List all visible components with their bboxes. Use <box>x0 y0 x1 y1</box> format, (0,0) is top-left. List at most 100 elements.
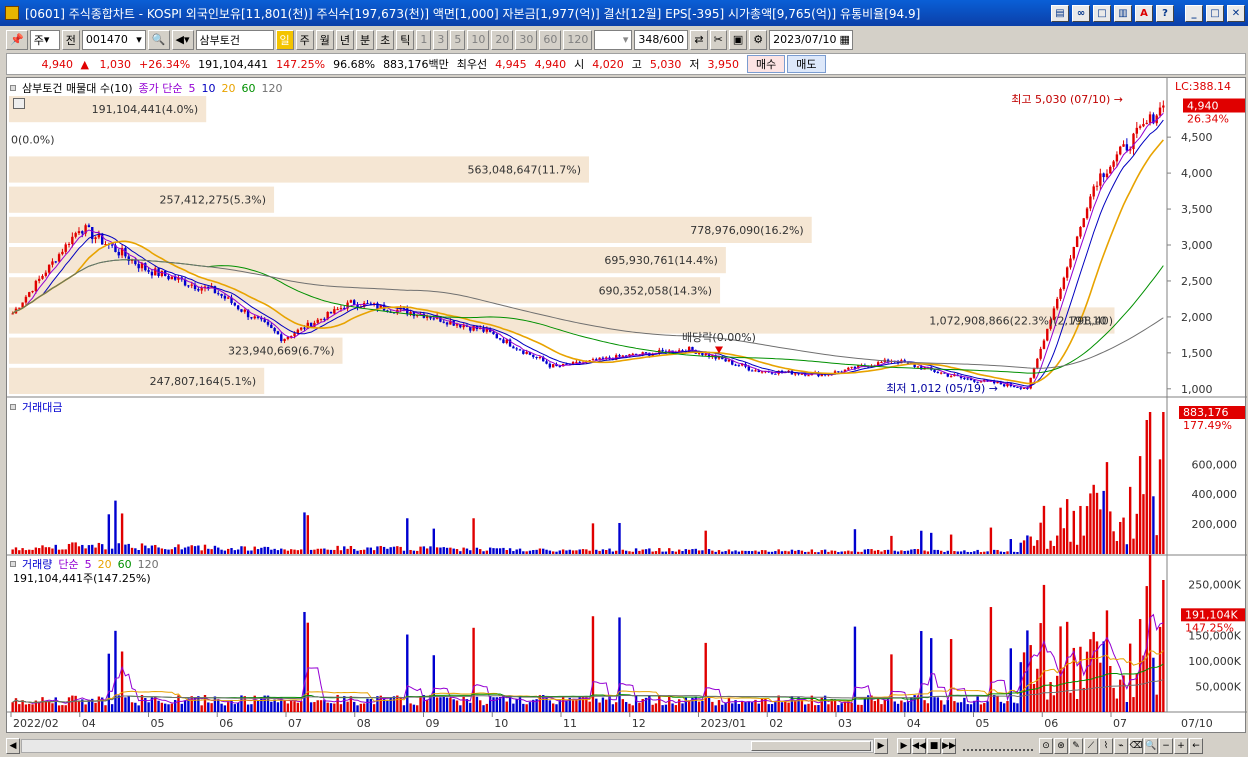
panel-toggle-icon[interactable] <box>10 85 16 91</box>
chart-area[interactable]: 191,104,441(4.0%) 0(0.0%) 563,048,647(11.7… <box>6 77 1247 734</box>
drag-tool-icon[interactable]: ⇄ <box>690 29 708 50</box>
amount-bar <box>979 552 983 554</box>
print-icon[interactable]: ▥ <box>1114 4 1132 22</box>
link-icon[interactable]: ∞ <box>1072 4 1090 22</box>
play-icon[interactable]: ▶ <box>897 737 911 754</box>
close-icon[interactable]: ✕ <box>1227 4 1245 22</box>
period-day[interactable]: 일 <box>275 29 294 50</box>
amount-bar <box>435 547 439 554</box>
amount-bar <box>774 551 777 554</box>
amount-bar <box>240 546 243 554</box>
scroll-right-icon[interactable]: ▶ <box>874 737 888 754</box>
tile-icon[interactable]: ▤ <box>1051 4 1069 22</box>
ma60-label: 60 <box>241 81 256 95</box>
grid-icon[interactable] <box>13 98 25 109</box>
interval-20[interactable]: 20 <box>491 29 514 50</box>
volume-bar <box>299 701 303 712</box>
amount-bar <box>187 546 190 554</box>
scroll-left-icon[interactable]: ◀ <box>6 737 20 754</box>
amount-bar <box>439 547 442 554</box>
count-total: /600 <box>659 33 685 46</box>
settings-icon[interactable]: ⚙ <box>749 29 768 50</box>
lc-label: LC:388.14 <box>1175 80 1231 93</box>
volume-bar <box>1032 683 1036 712</box>
scissors-icon[interactable]: ✂ <box>709 29 727 50</box>
speaker-icon[interactable]: ◀▾ <box>171 29 194 50</box>
panel-toggle-icon[interactable] <box>10 404 16 410</box>
period-year[interactable]: 년 <box>335 29 355 50</box>
zoom-search-icon[interactable]: 🔍 <box>1144 737 1158 754</box>
minimize-icon[interactable]: _ <box>1185 4 1203 22</box>
volume-bar <box>565 700 568 712</box>
volume-bar <box>896 703 900 712</box>
a-icon[interactable]: A <box>1135 4 1153 22</box>
interval-5[interactable]: 5 <box>450 29 466 50</box>
interval-30[interactable]: 30 <box>515 29 538 50</box>
rewind-icon[interactable]: ◀◀ <box>912 737 926 754</box>
window-icon[interactable]: □ <box>1093 4 1111 22</box>
sell-button[interactable]: 매도 <box>787 55 826 73</box>
scrollbar-track[interactable] <box>21 738 874 753</box>
volume-bar <box>1105 610 1109 712</box>
candle-type-icon[interactable]: ⊙ <box>1039 737 1053 754</box>
zoom-out-icon[interactable]: − <box>1159 737 1173 754</box>
erase-tool-icon[interactable]: ⌫ <box>1129 737 1143 754</box>
candle-body <box>319 318 323 320</box>
stop-icon[interactable]: ■ <box>927 737 941 754</box>
interval-10[interactable]: 10 <box>467 29 490 50</box>
help-icon[interactable]: ? <box>1156 4 1174 22</box>
line-tool-icon[interactable]: ✎ <box>1069 737 1083 754</box>
panel-toggle-icon[interactable] <box>10 561 16 567</box>
amount-bar <box>452 548 455 554</box>
interval-1[interactable]: 1 <box>416 29 432 50</box>
code-input[interactable]: 001470 ▾ <box>81 29 146 50</box>
fast-forward-icon[interactable]: ▶▶ <box>942 737 956 754</box>
amount-bar <box>1075 544 1079 554</box>
period-second[interactable]: 초 <box>376 29 395 50</box>
pan-icon[interactable]: ← <box>1189 737 1203 754</box>
jeon-button[interactable]: 전 <box>61 29 80 50</box>
amount-bar <box>445 547 449 554</box>
candle-body <box>538 357 542 359</box>
search-icon[interactable]: 🔍 <box>147 29 170 50</box>
candle-body <box>936 372 940 374</box>
volume-bar <box>1046 699 1049 712</box>
scrollbar-thumb[interactable] <box>751 740 871 751</box>
trend-tool-icon[interactable]: ⟋ <box>1084 737 1098 754</box>
volume-bar <box>1148 554 1152 712</box>
chart-canvas[interactable]: 191,104,441(4.0%) 0(0.0%) 563,048,647(11.7… <box>7 78 1247 734</box>
volume-bar <box>591 616 595 712</box>
pattern-tool-icon[interactable]: ⌁ <box>1114 737 1128 754</box>
buy-button[interactable]: 매수 <box>747 55 786 73</box>
period-minute[interactable]: 분 <box>356 29 375 50</box>
draw-tool-icon[interactable]: ⌇ <box>1099 737 1113 754</box>
period-tick[interactable]: 틱 <box>396 29 415 50</box>
amount-bar <box>820 550 823 554</box>
interval-120[interactable]: 120 <box>563 29 593 50</box>
interval-60[interactable]: 60 <box>539 29 562 50</box>
stock-name[interactable]: 삼부토건 <box>195 29 274 50</box>
amount-bar <box>120 513 124 554</box>
market-select[interactable]: 주 ▾ <box>29 29 60 50</box>
candle-body <box>1062 277 1066 289</box>
date-input[interactable]: 2023/07/10 ▦ <box>769 29 854 50</box>
chart-type2-icon[interactable]: ⊛ <box>1054 737 1068 754</box>
speed-slider[interactable] <box>963 741 1033 751</box>
period-month[interactable]: 월 <box>315 29 334 50</box>
pin-icon[interactable]: 📌 <box>6 29 28 50</box>
interval-3[interactable]: 3 <box>433 29 449 50</box>
amount-bar <box>910 549 913 554</box>
interval-input[interactable]: ▾ <box>594 29 633 50</box>
maximize-icon[interactable]: □ <box>1206 4 1224 22</box>
save-icon[interactable]: ▣ <box>728 29 748 50</box>
period-week[interactable]: 주 <box>295 29 314 50</box>
amount-bar <box>780 551 784 554</box>
volume-current-pct: 147.25% <box>1185 621 1234 634</box>
volume-bar <box>959 702 963 712</box>
amount-bar <box>190 545 193 554</box>
volume-bar <box>575 700 578 712</box>
count-input[interactable]: 348/600 <box>634 29 689 50</box>
amount-bar <box>21 548 24 554</box>
zoom-in-icon[interactable]: + <box>1174 737 1188 754</box>
amount-bar <box>857 551 860 554</box>
